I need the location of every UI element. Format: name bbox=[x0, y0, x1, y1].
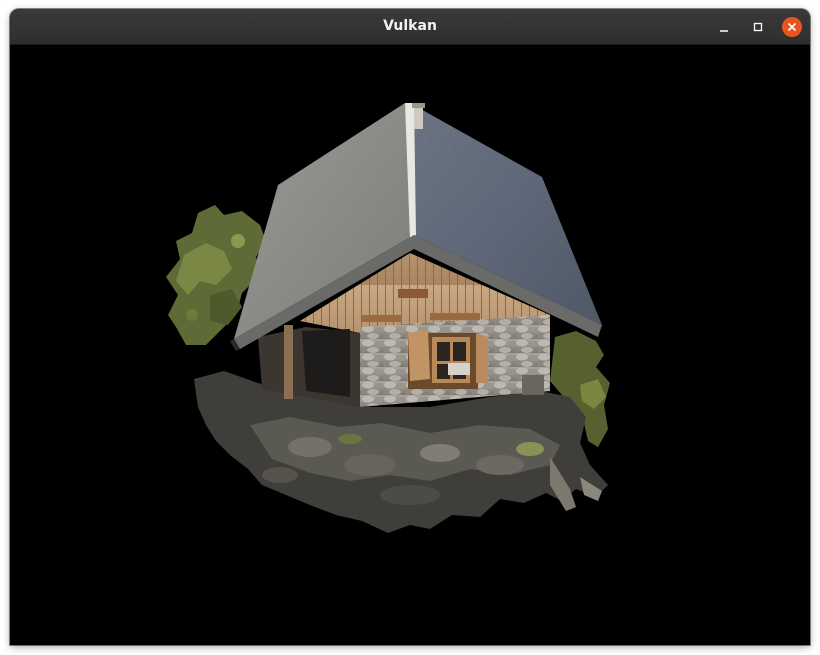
minimize-icon bbox=[720, 30, 728, 32]
window-title: Vulkan bbox=[383, 18, 437, 34]
minimize-button[interactable] bbox=[714, 17, 734, 37]
close-icon bbox=[787, 22, 797, 32]
application-window: Vulkan bbox=[10, 9, 810, 645]
render-viewport[interactable] bbox=[10, 45, 810, 645]
maximize-button[interactable] bbox=[748, 17, 768, 37]
title-bar[interactable]: Vulkan bbox=[10, 9, 810, 45]
maximize-icon bbox=[753, 22, 763, 32]
close-button[interactable] bbox=[782, 17, 802, 37]
cabin-3d-model bbox=[166, 103, 610, 533]
